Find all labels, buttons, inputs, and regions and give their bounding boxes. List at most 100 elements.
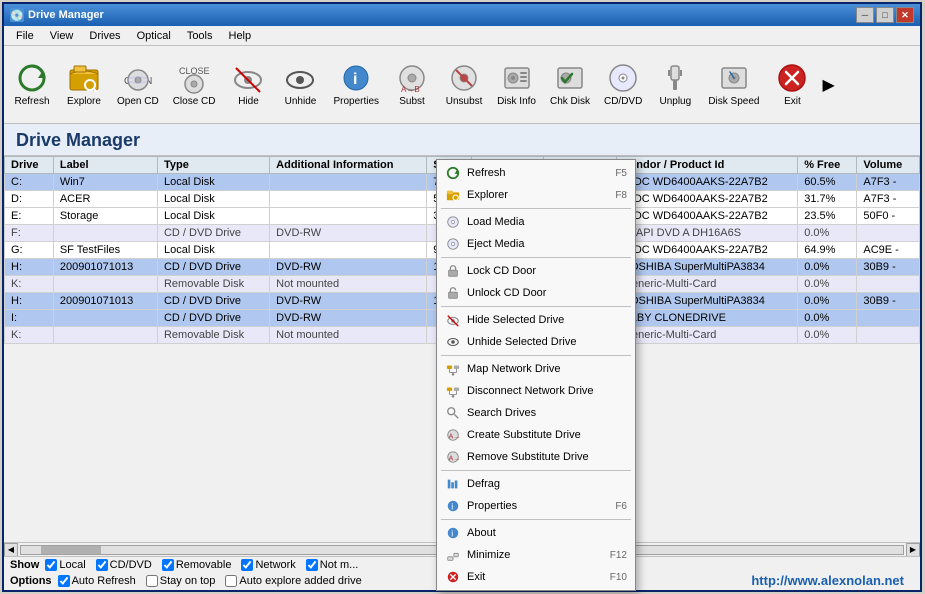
toolbar-hide-label: Hide [238,96,259,107]
table-cell [270,208,427,225]
menu-drives[interactable]: Drives [81,28,128,44]
ctx-search-drives[interactable]: Search Drives [437,402,635,424]
ctx-explorer[interactable]: ExplorerF8 [437,184,635,206]
close-button[interactable]: ✕ [896,7,914,23]
title-bar: 💿 Drive Manager ─ □ ✕ [4,4,920,26]
toolbar-refresh[interactable]: Refresh [6,57,58,112]
ctx-lock-cd[interactable]: Lock CD Door [437,260,635,282]
table-cell: A7F3 - [857,174,920,191]
ctx-unhide-drive[interactable]: Unhide Selected Drive [437,331,635,353]
menu-optical[interactable]: Optical [129,28,179,44]
ctx-minimize[interactable]: MinimizeF12 [437,544,635,566]
opt-auto-refresh-checkbox[interactable] [58,575,70,587]
ctx-lock-cd-label: Lock CD Door [467,265,627,277]
show-network-checkbox[interactable] [241,559,253,571]
maximize-button[interactable]: □ [876,7,894,23]
table-cell [53,327,157,344]
opt-stay-on-top-item[interactable]: Stay on top [146,575,216,587]
table-cell: CD / DVD Drive [157,310,269,327]
toolbar-cd-dvd[interactable]: CD/DVD [597,57,649,112]
show-cddvd-item[interactable]: CD/DVD [96,559,152,571]
toolbar-hide[interactable]: Hide [222,57,274,112]
menu-tools[interactable]: Tools [179,28,221,44]
scroll-right-button[interactable]: ▶ [906,543,920,557]
ctx-unlock-cd-icon [445,285,461,301]
table-cell: ACER [53,191,157,208]
toolbar-disk-speed[interactable]: Disk Speed [701,57,766,112]
show-cddvd-checkbox[interactable] [96,559,108,571]
disk-speed-icon [718,62,750,94]
ctx-search-drives-label: Search Drives [467,407,627,419]
menu-separator [441,519,631,520]
opt-auto-refresh-item[interactable]: Auto Refresh [58,575,136,587]
toolbar-subst[interactable]: A→B Subst [386,57,438,112]
table-cell: WDC WD6400AAKS-22A7B2 [617,174,798,191]
ctx-about[interactable]: iAbout [437,522,635,544]
show-notm-checkbox[interactable] [306,559,318,571]
website-link[interactable]: http://www.alexnolan.net [751,573,904,588]
table-cell: 60.5% [798,174,857,191]
ctx-create-subst[interactable]: A→Create Substitute Drive [437,424,635,446]
table-cell: Generic-Multi-Card [617,276,798,293]
ctx-eject-media-label: Eject Media [467,238,627,250]
minimize-button[interactable]: ─ [856,7,874,23]
table-cell: DVD-RW [270,225,427,242]
table-cell: Not mounted [270,276,427,293]
show-local-item[interactable]: Local [45,559,85,571]
opt-auto-explore-checkbox[interactable] [225,575,237,587]
ctx-hide-drive[interactable]: Hide Selected Drive [437,309,635,331]
ctx-exit[interactable]: ExitF10 [437,566,635,588]
show-removable-item[interactable]: Removable [162,559,232,571]
ctx-defrag[interactable]: Defrag [437,473,635,495]
ctx-minimize-icon [445,547,461,563]
ctx-refresh-shortcut: F5 [615,168,627,179]
table-cell: ATAPI DVD A DH16A6S [617,225,798,242]
toolbar-properties[interactable]: i Properties [326,57,386,112]
ctx-unlock-cd[interactable]: Unlock CD Door [437,282,635,304]
toolbar-open-cd[interactable]: OPEN Open CD [110,57,166,112]
col-type: Type [157,157,269,174]
toolbar-properties-label: Properties [333,96,379,107]
ctx-properties[interactable]: iPropertiesF6 [437,495,635,517]
toolbar-close-cd[interactable]: CLOSE Close CD [166,57,223,112]
show-notm-item[interactable]: Not m... [306,559,359,571]
ctx-map-network[interactable]: Map Network Drive [437,358,635,380]
opt-stay-on-top-checkbox[interactable] [146,575,158,587]
menu-view[interactable]: View [42,28,82,44]
toolbar-unsubst[interactable]: Unsubst [438,57,490,112]
show-network-item[interactable]: Network [241,559,295,571]
ctx-remove-subst-icon: A→ [445,449,461,465]
opt-stay-on-top-label: Stay on top [160,575,216,587]
ctx-disconnect-network[interactable]: Disconnect Network Drive [437,380,635,402]
toolbar-disk-speed-label: Disk Speed [708,96,759,107]
table-cell: 200901071013 [53,293,157,310]
show-local-checkbox[interactable] [45,559,57,571]
ctx-unhide-drive-icon [445,334,461,350]
ctx-remove-subst[interactable]: A→Remove Substitute Drive [437,446,635,468]
ctx-about-label: About [467,527,627,539]
toolbar-unhide[interactable]: Unhide [274,57,326,112]
ctx-refresh[interactable]: RefreshF5 [437,162,635,184]
ctx-minimize-label: Minimize [467,549,610,561]
toolbar-exit[interactable]: Exit [766,57,818,112]
table-cell: 50F0 - [857,208,920,225]
menu-help[interactable]: Help [221,28,260,44]
show-removable-checkbox[interactable] [162,559,174,571]
ctx-load-media[interactable]: Load Media [437,211,635,233]
subst-icon: A→B [396,62,428,94]
opt-auto-explore-item[interactable]: Auto explore added drive [225,575,361,587]
toolbar-explore[interactable]: Explore [58,57,110,112]
scrollbar-thumb[interactable] [41,546,101,554]
ctx-map-network-icon [445,361,461,377]
table-cell: Win7 [53,174,157,191]
toolbar-unplug[interactable]: Unplug [649,57,701,112]
menu-file[interactable]: File [8,28,42,44]
ctx-refresh-icon [445,165,461,181]
table-cell: K: [5,276,54,293]
toolbar-chk-disk[interactable]: Chk Disk [543,57,597,112]
more-tools-button[interactable]: ▶ [818,75,838,95]
toolbar-disk-info[interactable]: Disk Info [490,57,543,112]
scroll-left-button[interactable]: ◀ [4,543,18,557]
ctx-eject-media[interactable]: Eject Media [437,233,635,255]
hide-icon [232,62,264,94]
